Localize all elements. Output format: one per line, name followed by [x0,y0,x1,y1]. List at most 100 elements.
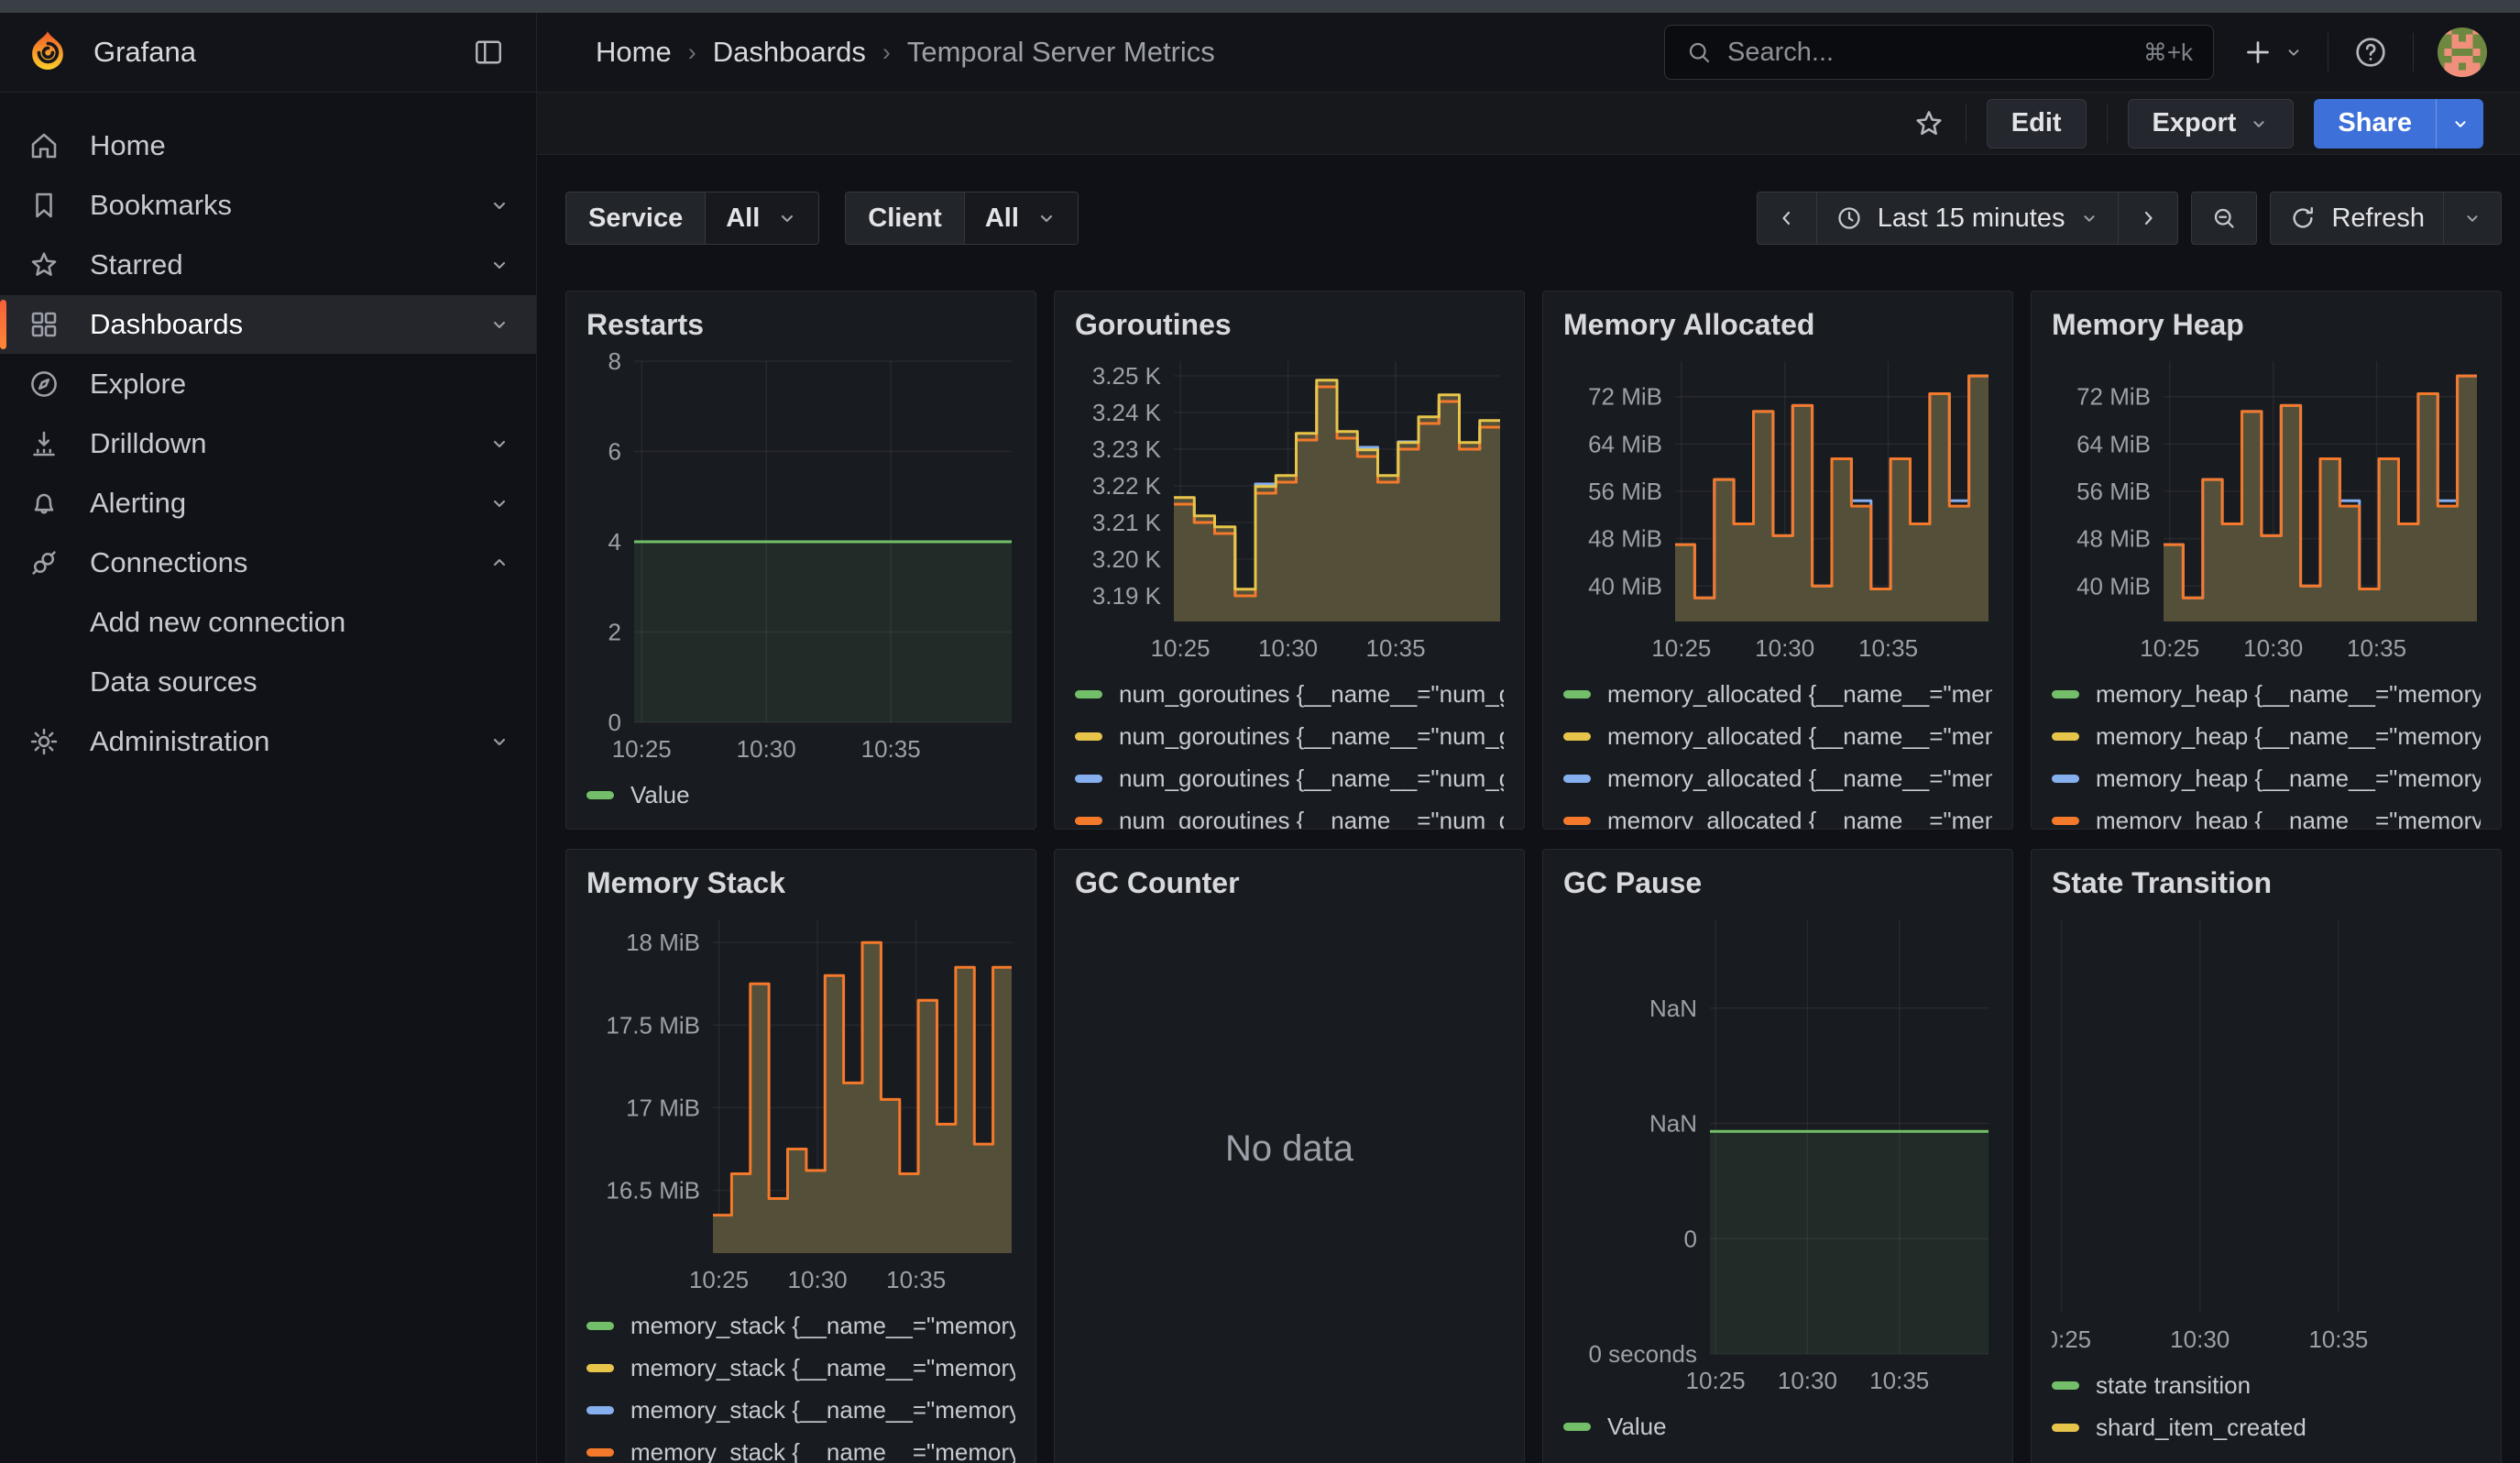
sidebar-item-alerting[interactable]: Alerting [0,474,536,533]
plug-icon [27,546,60,579]
sidebar-item-dashboards[interactable]: Dashboards [0,295,536,354]
sidebar-item-label: Drilldown [90,427,206,460]
sidebar-item-add-new-connection[interactable]: Add new connection [0,593,536,652]
legend-item[interactable]: num_goroutines {__name__="num_go [1075,715,1504,757]
legend-item[interactable]: Value [1563,1405,1992,1447]
panel-goroutines[interactable]: Goroutines3.19 K3.20 K3.21 K3.22 K3.23 K… [1054,291,1525,830]
time-range-picker[interactable]: Last 15 minutes [1816,192,2119,244]
zoom-out-button[interactable] [2192,192,2256,244]
service-filter[interactable]: Service All [565,192,819,245]
search-box[interactable]: ⌘+k [1664,25,2214,80]
grid-icon [27,308,60,341]
sidebar-item-bookmarks[interactable]: Bookmarks [0,176,536,235]
sidebar-item-label: Dashboards [90,308,243,341]
panel-chart[interactable]: No data [1075,910,1504,1387]
panel-chart[interactable]: 16.5 MiB17 MiB17.5 MiB18 MiB10:2510:3010… [586,910,1015,1295]
edit-button[interactable]: Edit [1987,99,2087,148]
legend-item[interactable]: memory_allocated {__name__="memc [1563,757,1992,799]
panel-chart[interactable]: 0246810:2510:3010:35 [586,352,1015,764]
svg-text:10:35: 10:35 [1869,1367,1929,1394]
time-shift-forward-button[interactable] [2118,192,2177,244]
legend-item[interactable]: Value [586,774,1015,816]
sidebar-item-explore[interactable]: Explore [0,355,536,413]
breadcrumb-dashboards[interactable]: Dashboards [713,36,866,69]
search-input[interactable] [1727,38,2129,68]
export-button[interactable]: Export [2128,99,2295,148]
legend-item[interactable]: memory_stack {__name__="memory_s [586,1389,1015,1431]
legend-item[interactable]: memory_stack {__name__="memory_s [586,1347,1015,1389]
svg-text:10:25: 10:25 [1686,1367,1746,1394]
sidebar-item-connections[interactable]: Connections [0,534,536,592]
legend-item[interactable]: memory_heap {__name__="memory_h [2052,799,2481,830]
panel-restarts[interactable]: Restarts0246810:2510:3010:35Value [565,291,1036,830]
sidebar-item-label: Administration [90,725,269,758]
legend-item[interactable]: memory_allocated {__name__="memc [1563,799,1992,830]
panel-state-transition[interactable]: State Transition10:2510:3010:35state tra… [2031,849,2502,1463]
legend-item[interactable]: num_goroutines {__name__="num_go [1075,799,1504,830]
sidebar-item-data-sources[interactable]: Data sources [0,653,536,711]
legend-item[interactable]: num_goroutines {__name__="num_go [1075,673,1504,715]
legend-series-marker [1075,775,1102,783]
client-filter-value[interactable]: All [965,192,1078,244]
share-button[interactable]: Share [2314,99,2436,148]
panel-memory-heap[interactable]: Memory Heap40 MiB48 MiB56 MiB64 MiB72 Mi… [2031,291,2502,830]
sidebar-item-home[interactable]: Home [0,116,536,175]
legend-item[interactable]: memory_allocated {__name__="memc [1563,673,1992,715]
svg-text:16.5 MiB: 16.5 MiB [606,1177,700,1204]
service-filter-value[interactable]: All [706,192,818,244]
help-icon[interactable] [2352,34,2389,71]
star-dashboard-icon[interactable] [1912,107,1945,140]
legend-item[interactable]: memory_stack {__name__="memory_s [586,1431,1015,1463]
grafana-logo-icon[interactable] [24,28,71,76]
avatar[interactable] [2438,28,2487,77]
panel-chart[interactable]: 40 MiB48 MiB56 MiB64 MiB72 MiB10:2510:30… [1563,352,1992,664]
svg-text:4: 4 [608,528,621,556]
legend-item[interactable]: memory_stack {__name__="memory_s [586,1304,1015,1347]
legend-series-label: num_goroutines {__name__="num_go [1119,680,1504,709]
legend-item[interactable]: memory_heap {__name__="memory_h [2052,673,2481,715]
client-filter[interactable]: Client All [845,192,1079,245]
legend-series-marker [2052,775,2079,783]
chevron-down-icon [2462,208,2482,228]
legend-series-label: num_goroutines {__name__="num_go [1119,722,1504,751]
panel-gc-pause[interactable]: GC Pause0 seconds0NaNNaN10:2510:3010:35V… [1542,849,2013,1463]
legend-series-label: memory_stack {__name__="memory_s [630,1396,1015,1424]
legend-item[interactable]: shard_item_created [2052,1406,2481,1448]
legend-item[interactable]: num_goroutines {__name__="num_go [1075,757,1504,799]
svg-text:10:30: 10:30 [788,1266,848,1293]
add-menu-button[interactable] [2241,36,2304,69]
sidebar-item-label: Home [90,129,166,162]
panel-chart[interactable]: 10:2510:3010:35 [2052,910,2481,1355]
nav-actions [2241,28,2487,77]
panel-memory-stack[interactable]: Memory Stack16.5 MiB17 MiB17.5 MiB18 MiB… [565,849,1036,1463]
breadcrumb: Home › Dashboards › Temporal Server Metr… [596,36,1215,69]
refresh-button[interactable]: Refresh [2271,192,2443,244]
refresh-interval-button[interactable] [2443,192,2501,244]
svg-text:48 MiB: 48 MiB [2076,525,2151,553]
panel-chart[interactable]: 0 seconds0NaNNaN10:2510:3010:35 [1563,910,1992,1396]
time-shift-back-button[interactable] [1758,192,1816,244]
legend-item[interactable]: memory_heap {__name__="memory_h [2052,715,2481,757]
legend-series-label: memory_stack {__name__="memory_s [630,1438,1015,1463]
svg-text:8: 8 [608,352,621,375]
svg-text:10:30: 10:30 [1778,1367,1837,1394]
sidebar-toggle-icon[interactable] [472,36,505,69]
panel-gc-counter[interactable]: GC CounterNo data [1054,849,1525,1463]
breadcrumb-home[interactable]: Home [596,36,672,69]
legend-item[interactable]: state transition [2052,1364,2481,1406]
chevron-down-icon [488,314,510,336]
legend-item[interactable]: memory_allocated {__name__="memc [1563,715,1992,757]
sidebar-item-administration[interactable]: Administration [0,712,536,771]
legend-series-label: memory_allocated {__name__="memc [1607,764,1992,793]
panel-chart[interactable]: 40 MiB48 MiB56 MiB64 MiB72 MiB10:2510:30… [2052,352,2481,664]
legend-series-marker [586,1322,614,1330]
legend-item[interactable]: memory_heap {__name__="memory_h [2052,757,2481,799]
window-top-strip [0,0,2520,13]
sidebar-item-starred[interactable]: Starred [0,236,536,294]
share-menu-button[interactable] [2436,99,2483,148]
panel-memory-allocated[interactable]: Memory Allocated40 MiB48 MiB56 MiB64 MiB… [1542,291,2013,830]
sidebar-item-drilldown[interactable]: Drilldown [0,414,536,473]
panel-chart[interactable]: 3.19 K3.20 K3.21 K3.22 K3.23 K3.24 K3.25… [1075,352,1504,664]
svg-text:56 MiB: 56 MiB [2076,478,2151,505]
legend-series-marker [1563,1423,1591,1431]
